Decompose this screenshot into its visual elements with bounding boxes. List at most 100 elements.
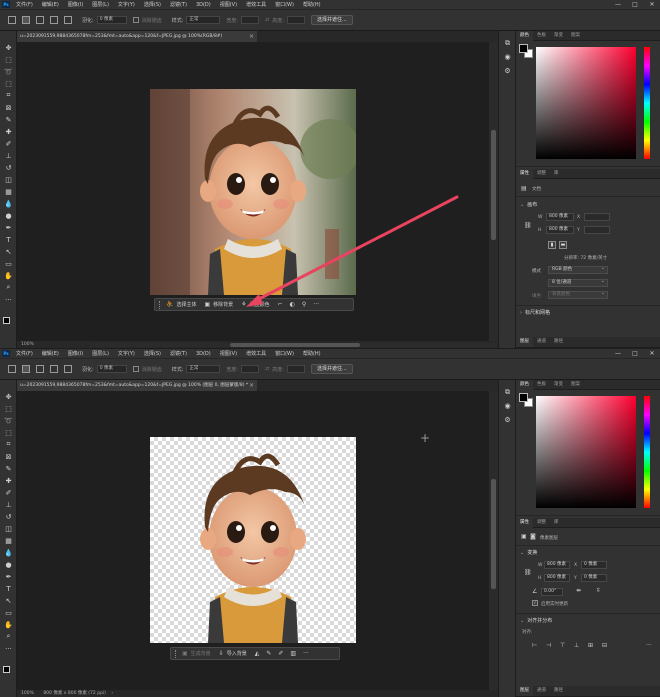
- align-section-header[interactable]: ⌄ 对齐并分布: [520, 617, 552, 624]
- zoom-level[interactable]: 100%: [21, 342, 34, 347]
- menu-layer[interactable]: 图层(L): [92, 350, 109, 357]
- tab-properties[interactable]: 属性: [516, 168, 533, 179]
- vertical-scroll-thumb[interactable]: [491, 479, 496, 589]
- menu-select[interactable]: 选择(S): [144, 350, 161, 357]
- blur-tool-icon[interactable]: 💧: [4, 548, 13, 557]
- width-input[interactable]: [241, 16, 260, 24]
- add-selection-icon[interactable]: [36, 365, 44, 373]
- close-tab-icon[interactable]: ×: [249, 31, 254, 42]
- more-tools-icon[interactable]: ···: [4, 644, 13, 653]
- tab-gradients[interactable]: 渐变: [550, 31, 567, 41]
- add-selection-icon[interactable]: [36, 16, 44, 24]
- menu-file[interactable]: 文件(F): [16, 350, 33, 357]
- fill-dropdown[interactable]: 背景颜色: [548, 290, 608, 299]
- vertical-scroll-thumb[interactable]: [491, 130, 496, 240]
- vertical-scrollbar[interactable]: [489, 42, 498, 341]
- close-window-button[interactable]: ✕: [646, 0, 658, 9]
- tab-color[interactable]: 颜色: [516, 379, 533, 390]
- horizontal-scrollbar[interactable]: [90, 343, 498, 347]
- close-tab-icon[interactable]: ×: [249, 380, 254, 391]
- menu-layer[interactable]: 图层(L): [92, 1, 109, 8]
- transform-width-input[interactable]: 800 像素: [544, 561, 570, 569]
- canvas-x-input[interactable]: [584, 213, 610, 221]
- align-middle-icon[interactable]: ⊞: [588, 642, 593, 649]
- history-brush-icon[interactable]: ↺: [4, 512, 13, 521]
- hue-slider[interactable]: [644, 47, 650, 159]
- vertical-scrollbar[interactable]: [489, 391, 498, 690]
- healing-brush-icon[interactable]: ✚: [4, 127, 13, 136]
- feather-input[interactable]: 0 像素: [96, 16, 127, 24]
- more-tools-icon[interactable]: ···: [4, 295, 13, 304]
- tab-patterns[interactable]: 图案: [567, 31, 584, 41]
- swap-icon[interactable]: ⇄: [265, 17, 269, 23]
- taskbar-grip-icon[interactable]: [175, 649, 177, 658]
- tab-adjustments[interactable]: 调整: [533, 169, 550, 179]
- tab-patterns[interactable]: 图案: [567, 380, 584, 390]
- document-tab[interactable]: u=2023091559,9884365078fm=253&fmt=auto&a…: [17, 31, 257, 42]
- menu-image[interactable]: 图像(I): [68, 350, 83, 357]
- link-icon[interactable]: ⛓: [524, 222, 532, 229]
- new-selection-icon[interactable]: [22, 16, 30, 24]
- type-tool-icon[interactable]: T: [4, 235, 13, 244]
- history-panel-icon[interactable]: ⧉: [503, 388, 512, 396]
- canvas-y-input[interactable]: [584, 226, 610, 234]
- tab-adjustments[interactable]: 调整: [533, 518, 550, 528]
- crop-tool-icon[interactable]: ⌗: [4, 440, 13, 449]
- zoom-level[interactable]: 100%: [21, 691, 34, 696]
- type-tool-icon[interactable]: T: [4, 584, 13, 593]
- menu-window[interactable]: 窗口(W): [275, 350, 294, 357]
- eraser-tool-icon[interactable]: ◫: [4, 175, 13, 184]
- landscape-icon[interactable]: ▬: [559, 241, 567, 249]
- brush-tool-icon[interactable]: ✐: [4, 139, 13, 148]
- tab-libraries[interactable]: 库: [550, 169, 563, 179]
- menu-file[interactable]: 文件(F): [16, 1, 33, 8]
- style-select[interactable]: 正常: [186, 16, 221, 24]
- canvas-area[interactable]: ⛹ 选择主体 ▣ 移除背景 ⚘ 调整颜色 ⌐ ◐ ⚲ ···: [17, 42, 489, 341]
- maximize-button[interactable]: □: [629, 349, 641, 358]
- minimize-button[interactable]: —: [612, 349, 624, 358]
- generate-background-button[interactable]: ▣ 生成背景: [182, 650, 211, 657]
- rectangle-tool-icon[interactable]: ▭: [4, 608, 13, 617]
- flip-horizontal-icon[interactable]: ⇹: [576, 587, 581, 594]
- marquee-tool-icon[interactable]: ⬚: [4, 404, 13, 413]
- clone-stamp-icon[interactable]: ⊥: [4, 151, 13, 160]
- pen-tool-icon[interactable]: ✒: [4, 223, 13, 232]
- menu-3d[interactable]: 3D(D): [196, 351, 211, 357]
- marquee-preset-icon[interactable]: [8, 16, 16, 24]
- pen-tool-icon[interactable]: ✒: [4, 572, 13, 581]
- canvas-section-header[interactable]: ⌄ 画布: [520, 201, 537, 208]
- menu-select[interactable]: 选择(S): [144, 1, 161, 8]
- menu-help[interactable]: 帮助(H): [303, 350, 321, 357]
- gradient-tool-icon[interactable]: ▦: [4, 187, 13, 196]
- tab-swatches[interactable]: 色板: [533, 380, 550, 390]
- hand-tool-icon[interactable]: ✋: [4, 620, 13, 629]
- marquee-preset-icon[interactable]: [8, 365, 16, 373]
- zoom-tool-icon[interactable]: ⌕: [4, 632, 13, 641]
- transform-x-input[interactable]: 0 像素: [581, 561, 607, 569]
- rectangle-tool-icon[interactable]: ▭: [4, 259, 13, 268]
- rulers-grid-section-header[interactable]: › 标尺和网格: [520, 309, 550, 316]
- brush-panel-icon[interactable]: ⚙: [503, 416, 512, 424]
- brush-icon[interactable]: ✎: [266, 650, 271, 657]
- realtime-checkbox[interactable]: ✓: [532, 600, 538, 606]
- menu-edit[interactable]: 编辑(E): [42, 350, 59, 357]
- menu-window[interactable]: 窗口(W): [275, 1, 294, 8]
- canvas-width-input[interactable]: 800 像素: [546, 213, 574, 221]
- tab-channels[interactable]: 通道: [533, 686, 550, 696]
- feather-input[interactable]: 0 像素: [96, 365, 127, 373]
- style-select[interactable]: 正常: [186, 365, 221, 373]
- brush-tool-icon[interactable]: ✐: [4, 488, 13, 497]
- move-tool-icon[interactable]: ✥: [4, 43, 13, 52]
- zoom-tool-icon[interactable]: ⌕: [4, 283, 13, 292]
- close-window-button[interactable]: ✕: [646, 349, 658, 358]
- swatches-panel-icon[interactable]: ◉: [503, 402, 512, 410]
- fg-swatch[interactable]: [519, 393, 528, 402]
- subtract-selection-icon[interactable]: [50, 365, 58, 373]
- tab-paths[interactable]: 路径: [550, 337, 567, 347]
- align-left-icon[interactable]: ⊢: [532, 642, 537, 649]
- foreground-color-swatch[interactable]: [3, 666, 10, 673]
- eyedropper-tool-icon[interactable]: ✎: [4, 464, 13, 473]
- swatches-panel-icon[interactable]: ◉: [503, 53, 512, 61]
- align-top-icon[interactable]: ⊥: [574, 642, 579, 649]
- tab-layers[interactable]: 图层: [516, 337, 533, 347]
